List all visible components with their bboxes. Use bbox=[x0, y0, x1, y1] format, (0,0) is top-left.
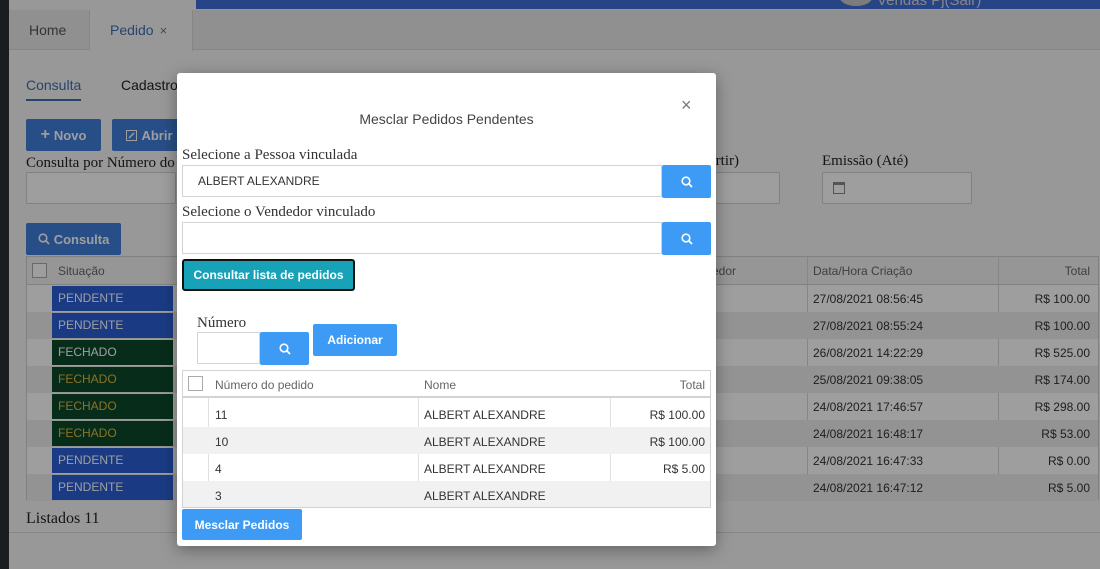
table-row[interactable]: 4 ALBERT ALEXANDRE R$ 5.00 bbox=[183, 454, 710, 481]
select-all-checkbox[interactable] bbox=[188, 376, 203, 391]
nome-cell: ALBERT ALEXANDRE bbox=[424, 489, 546, 503]
numero-cell: 3 bbox=[215, 489, 222, 503]
nome-cell: ALBERT ALEXANDRE bbox=[424, 435, 546, 449]
search-icon bbox=[278, 342, 291, 355]
modal-table-body: 11 ALBERT ALEXANDRE R$ 100.00 10 ALBERT ALEX… bbox=[183, 400, 710, 507]
pessoa-label: Selecione a Pessoa vinculada bbox=[182, 147, 358, 163]
search-icon bbox=[680, 175, 693, 188]
numero-label: Número bbox=[197, 315, 247, 331]
mesclar-pedidos-button[interactable]: Mesclar Pedidos bbox=[182, 509, 302, 540]
pedidos-modal-table: Número do pedido Nome Total 11 ALBERT ALE… bbox=[182, 370, 711, 508]
consultar-lista-button[interactable]: Consultar lista de pedidos bbox=[182, 259, 355, 291]
pessoa-input[interactable]: ALBERT ALEXANDRE bbox=[182, 165, 662, 197]
close-icon[interactable]: × bbox=[681, 95, 692, 116]
numero-input[interactable] bbox=[197, 332, 260, 364]
adicionar-button[interactable]: Adicionar bbox=[313, 324, 397, 356]
vendedor-input[interactable] bbox=[182, 222, 662, 254]
pessoa-search-button[interactable] bbox=[662, 165, 711, 198]
col-nome[interactable]: Nome bbox=[424, 378, 456, 392]
search-icon bbox=[680, 232, 693, 245]
mesclar-pedidos-modal: Mesclar Pedidos Pendentes × Selecione a … bbox=[177, 73, 716, 546]
vendedor-search-button[interactable] bbox=[662, 222, 711, 255]
numero-cell: 11 bbox=[215, 408, 228, 422]
nome-cell: ALBERT ALEXANDRE bbox=[424, 408, 546, 422]
table-row[interactable]: 10 ALBERT ALEXANDRE R$ 100.00 bbox=[183, 427, 710, 454]
table-row[interactable]: 11 ALBERT ALEXANDRE R$ 100.00 bbox=[183, 400, 710, 427]
col-total[interactable]: Total bbox=[680, 378, 705, 392]
table-row[interactable]: 3 ALBERT ALEXANDRE bbox=[183, 481, 710, 507]
total-cell: R$ 100.00 bbox=[649, 408, 705, 422]
numero-cell: 10 bbox=[215, 435, 229, 449]
vendedor-label: Selecione o Vendedor vinculado bbox=[182, 204, 376, 220]
col-numero-pedido[interactable]: Número do pedido bbox=[215, 378, 314, 392]
modal-table-header: Número do pedido Nome Total bbox=[183, 371, 710, 398]
modal-title: Mesclar Pedidos Pendentes bbox=[359, 111, 534, 127]
numero-search-button[interactable] bbox=[260, 332, 309, 365]
nome-cell: ALBERT ALEXANDRE bbox=[424, 462, 546, 476]
total-cell: R$ 100.00 bbox=[649, 435, 705, 449]
numero-cell: 4 bbox=[215, 462, 222, 476]
total-cell: R$ 5.00 bbox=[662, 462, 705, 476]
